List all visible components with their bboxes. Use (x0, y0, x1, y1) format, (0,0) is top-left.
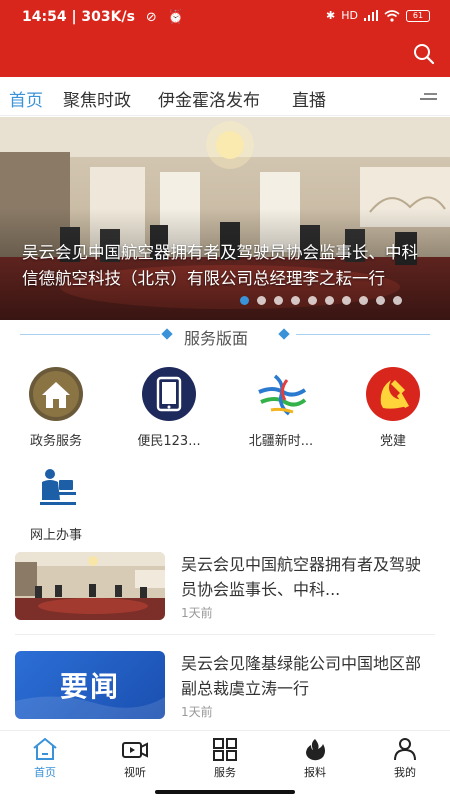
service-party-building[interactable]: 党建 (348, 366, 438, 449)
news-thumbnail: 要闻 (15, 651, 165, 719)
alarm-icon: ⏰ (167, 10, 184, 25)
service-label: 便民123... (137, 434, 201, 449)
channel-tabs: 首页 聚焦时政 伊金霍洛发布 直播 (0, 78, 450, 116)
carousel-dot[interactable] (359, 296, 368, 305)
service-online[interactable]: 网上办事 (11, 460, 101, 543)
diamond-icon (278, 328, 290, 340)
service-label: 政务服务 (29, 434, 82, 449)
headline-carousel[interactable]: 吴云会见中国航空器拥有者及驾驶员协会监事长、中科信德航空科技（北京）有限公司总经… (0, 117, 450, 320)
carousel-dot[interactable] (240, 296, 249, 305)
status-indicators: ✱ HD 61 (326, 9, 430, 22)
channel-menu-icon[interactable] (418, 91, 438, 105)
news-divider (15, 634, 435, 635)
online-service-icon (40, 469, 76, 505)
nav-label: 服务 (214, 766, 236, 779)
video-camera-icon (122, 742, 148, 758)
battery-indicator: 61 (406, 9, 430, 22)
party-emblem-icon (366, 367, 420, 421)
carousel-dot[interactable] (291, 296, 300, 305)
nav-service[interactable]: 服务 (195, 737, 255, 780)
status-time: 14:54 | 303K/s ⊘ ⏰ (22, 9, 184, 25)
news-time: 1天前 (181, 705, 213, 719)
app-header: 14:54 | 303K/s ⊘ ⏰ ✱ HD 61 (0, 0, 450, 77)
nav-label: 首页 (34, 766, 56, 779)
nav-video[interactable]: 视听 (105, 737, 165, 780)
meeting-photo (15, 552, 165, 620)
carousel-dot[interactable] (325, 296, 334, 305)
carousel-dots (240, 296, 402, 305)
news-time: 1天前 (181, 606, 213, 620)
divider-line (20, 334, 160, 335)
tab-live[interactable]: 直播 (292, 86, 326, 111)
tab-ejin-horo-release[interactable]: 伊金霍洛发布 (158, 86, 260, 111)
status-mute-icon: ⊘ (145, 10, 157, 25)
news-thumbnail (15, 552, 165, 620)
house-icon (29, 367, 83, 421)
hd-signal-text: HD (341, 9, 358, 22)
news-title[interactable]: 吴云会见中国航空器拥有者及驾驶员协会监事长、中科... (181, 552, 431, 602)
ribbon-logo-icon (258, 374, 307, 416)
search-icon[interactable] (412, 42, 436, 66)
service-section-header: 服务版面 (0, 322, 450, 348)
service-gov[interactable]: 政务服务 (11, 366, 101, 449)
wifi-icon (384, 9, 400, 22)
carousel-dot[interactable] (376, 296, 385, 305)
news-item[interactable]: 要闻 吴云会见隆基绿能公司中国地区部副总裁虞立涛一行 1天前 (15, 651, 435, 725)
service-label: 北疆新时... (248, 434, 314, 449)
service-label: 网上办事 (29, 528, 82, 543)
divider-line (296, 334, 430, 335)
banner-headline[interactable]: 吴云会见中国航空器拥有者及驾驶员协会监事长、中科信德航空科技（北京）有限公司总经… (22, 240, 432, 292)
bottom-nav: 首页 视听 服务 报料 我的 (0, 730, 450, 784)
grid-icon (213, 738, 237, 761)
tablet-icon (142, 367, 196, 421)
carousel-dot[interactable] (342, 296, 351, 305)
status-bar: 14:54 | 303K/s ⊘ ⏰ ✱ HD 61 (0, 0, 450, 36)
thumb-caption: 要闻 (59, 670, 120, 703)
nav-report[interactable]: 报料 (285, 737, 345, 780)
nav-label: 报料 (304, 766, 326, 779)
flame-icon (306, 739, 325, 761)
service-convenience[interactable]: 便民123... (124, 366, 214, 449)
nav-label: 视听 (124, 766, 146, 779)
status-time-text: 14:54 | 303K/s (22, 9, 135, 25)
service-northern-frontier[interactable]: 北疆新时... (236, 366, 326, 449)
nav-label: 我的 (394, 766, 416, 779)
section-title: 服务版面 (184, 329, 249, 348)
tab-focus-politics[interactable]: 聚焦时政 (63, 86, 131, 111)
home-icon (33, 737, 57, 760)
tab-home[interactable]: 首页 (9, 86, 43, 111)
carousel-dot[interactable] (308, 296, 317, 305)
carousel-dot[interactable] (274, 296, 283, 305)
app-screen: 14:54 | 303K/s ⊘ ⏰ ✱ HD 61 首页 聚焦时政 伊金霍洛发… (0, 0, 450, 800)
carousel-dot[interactable] (257, 296, 266, 305)
diamond-icon (161, 328, 173, 340)
system-home-indicator[interactable] (155, 790, 295, 794)
service-label: 党建 (379, 434, 406, 449)
news-item[interactable]: 吴云会见中国航空器拥有者及驾驶员协会监事长、中科... 1天前 (15, 552, 435, 626)
nav-mine[interactable]: 我的 (375, 737, 435, 780)
signal-icon (364, 10, 378, 21)
user-icon (394, 738, 416, 761)
carousel-dot[interactable] (393, 296, 402, 305)
nav-home[interactable]: 首页 (15, 737, 75, 780)
news-title[interactable]: 吴云会见隆基绿能公司中国地区部副总裁虞立涛一行 (181, 651, 431, 701)
bluetooth-icon: ✱ (326, 9, 336, 22)
